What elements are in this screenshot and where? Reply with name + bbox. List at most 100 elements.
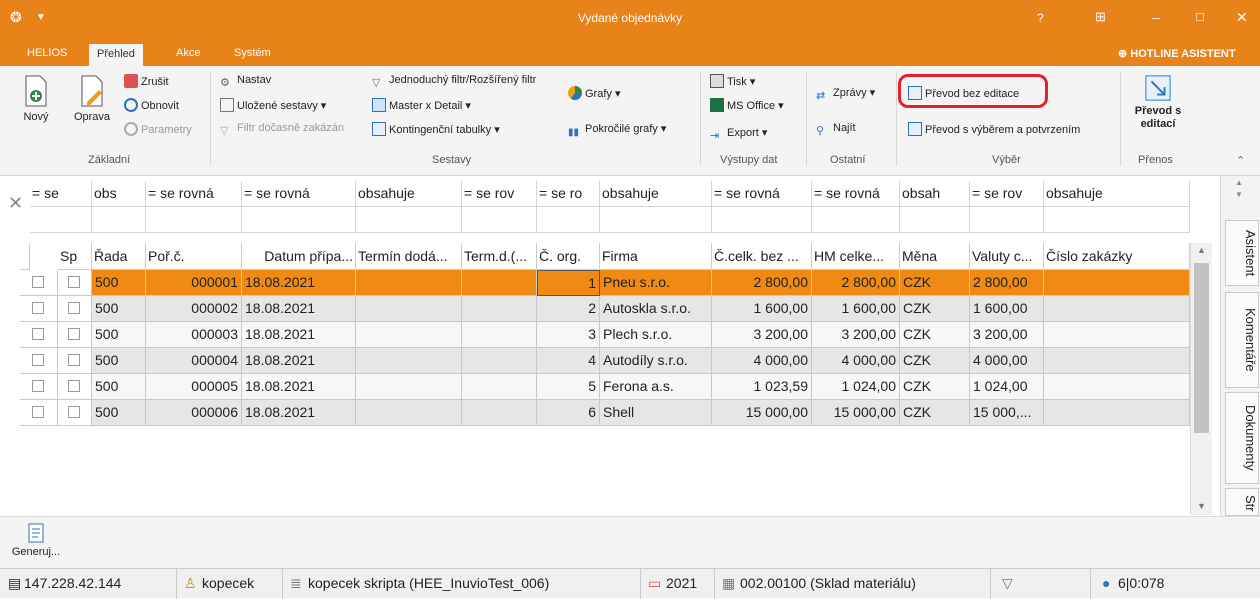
table-cell[interactable]: 1 600,00 bbox=[712, 296, 812, 322]
table-row[interactable]: 500 000002 18.08.2021 2 Autoskla s.r.o. 1 600… bbox=[0, 296, 1190, 322]
sp-checkbox-cell[interactable] bbox=[58, 296, 92, 322]
setup-button[interactable]: ⚙ Nastav bbox=[220, 74, 271, 90]
table-cell[interactable]: 000001 bbox=[146, 270, 242, 296]
filter-cell[interactable]: = se rov bbox=[462, 181, 537, 207]
filter-cell[interactable]: = se ro bbox=[537, 181, 600, 207]
filter-input[interactable] bbox=[600, 207, 712, 233]
table-cell[interactable]: 4 bbox=[537, 348, 600, 374]
row-selector[interactable] bbox=[20, 374, 58, 400]
column-header[interactable]: Č. org. bbox=[537, 243, 600, 270]
table-cell[interactable]: 500 bbox=[92, 296, 146, 322]
filter-cell[interactable]: obsahuje bbox=[600, 181, 712, 207]
filter-input[interactable] bbox=[900, 207, 970, 233]
table-cell[interactable]: 15 000,00 bbox=[812, 400, 900, 426]
adv-charts-button[interactable]: ▮▮ Pokročilé grafy ▾ bbox=[568, 122, 666, 141]
sp-checkbox[interactable] bbox=[68, 302, 80, 314]
reports-button[interactable]: ⇄ Zprávy ▾ bbox=[816, 86, 875, 103]
scroll-down-icon[interactable]: ▼ bbox=[1197, 501, 1206, 511]
filter-cell[interactable]: = se rov bbox=[970, 181, 1044, 207]
sp-checkbox-cell[interactable] bbox=[58, 270, 92, 296]
collapse-ribbon-icon[interactable]: ⌃ bbox=[1236, 154, 1245, 167]
table-cell[interactable] bbox=[356, 400, 462, 426]
sp-checkbox[interactable] bbox=[68, 354, 80, 366]
table-cell[interactable] bbox=[1044, 322, 1190, 348]
find-button[interactable]: ⚲ Najít bbox=[816, 122, 856, 138]
table-row[interactable]: 500 000006 18.08.2021 6 Shell 15 000,00 15 000… bbox=[0, 400, 1190, 426]
table-row[interactable]: 500 000004 18.08.2021 4 Autodíly s.r.o. 4 000… bbox=[0, 348, 1190, 374]
table-cell[interactable] bbox=[356, 322, 462, 348]
tab-asistent[interactable]: Asistent bbox=[1225, 220, 1259, 286]
table-cell[interactable] bbox=[462, 400, 537, 426]
help-button[interactable]: ? bbox=[1037, 11, 1044, 25]
table-cell[interactable]: 2 800,00 bbox=[970, 270, 1044, 296]
table-cell[interactable]: 6 bbox=[537, 400, 600, 426]
table-cell[interactable] bbox=[356, 296, 462, 322]
table-cell[interactable] bbox=[1044, 270, 1190, 296]
table-cell[interactable]: 18.08.2021 bbox=[242, 270, 356, 296]
row-selector[interactable]: ▸ bbox=[20, 270, 58, 296]
row-selector[interactable] bbox=[20, 296, 58, 322]
table-cell[interactable]: CZK bbox=[900, 296, 970, 322]
new-button[interactable]: Nový bbox=[16, 74, 56, 123]
maximize-button[interactable]: □ bbox=[1196, 9, 1204, 24]
table-cell[interactable] bbox=[462, 374, 537, 400]
window-options-icon[interactable]: ⊞ bbox=[1095, 9, 1106, 25]
table-cell[interactable]: 1 600,00 bbox=[970, 296, 1044, 322]
menu-akce[interactable]: Akce bbox=[176, 47, 200, 59]
row-checkbox[interactable] bbox=[32, 302, 44, 314]
column-header[interactable]: Č.celk. bez ... bbox=[712, 243, 812, 270]
table-cell[interactable]: 500 bbox=[92, 270, 146, 296]
filter-input[interactable] bbox=[712, 207, 812, 233]
table-cell[interactable] bbox=[356, 348, 462, 374]
filter-cell[interactable]: = se rovná bbox=[146, 181, 242, 207]
table-cell[interactable]: 15 000,... bbox=[970, 400, 1044, 426]
filter-input[interactable] bbox=[812, 207, 900, 233]
table-cell[interactable]: 4 000,00 bbox=[712, 348, 812, 374]
table-cell[interactable]: 1 600,00 bbox=[812, 296, 900, 322]
row-selector[interactable] bbox=[20, 400, 58, 426]
filter-input[interactable] bbox=[146, 207, 242, 233]
table-cell[interactable]: 000005 bbox=[146, 374, 242, 400]
row-checkbox[interactable] bbox=[32, 380, 44, 392]
row-checkbox[interactable] bbox=[32, 406, 44, 418]
menu-system[interactable]: Systém bbox=[234, 47, 271, 59]
side-scroll-up-icon[interactable]: ▲ bbox=[1235, 178, 1243, 187]
filter-input[interactable] bbox=[356, 207, 462, 233]
table-cell[interactable]: 2 800,00 bbox=[812, 270, 900, 296]
edit-button[interactable]: Oprava bbox=[70, 74, 114, 123]
table-cell[interactable]: 000003 bbox=[146, 322, 242, 348]
table-cell[interactable]: CZK bbox=[900, 348, 970, 374]
table-cell[interactable]: 500 bbox=[92, 400, 146, 426]
saved-reports-button[interactable]: Uložené sestavy ▾ bbox=[220, 98, 326, 112]
column-header[interactable]: Termín dodá... bbox=[356, 243, 462, 270]
pivot-button[interactable]: Kontingenční tabulky ▾ bbox=[372, 122, 500, 136]
hotline-asistent-link[interactable]: ⊕ HOTLINE ASISTENT bbox=[1118, 47, 1236, 60]
filter-disabled-button[interactable]: ▽ Filtr dočasně zakázán bbox=[220, 122, 344, 138]
filter-cell[interactable]: obsahuje bbox=[356, 181, 462, 207]
table-cell[interactable]: 000002 bbox=[146, 296, 242, 322]
filter-input[interactable] bbox=[462, 207, 537, 233]
sp-checkbox[interactable] bbox=[68, 328, 80, 340]
filter-input[interactable] bbox=[30, 207, 92, 233]
column-header[interactable]: Poř.č. bbox=[146, 243, 242, 270]
print-button[interactable]: Tisk ▾ bbox=[710, 74, 755, 88]
sp-checkbox[interactable] bbox=[68, 380, 80, 392]
table-cell[interactable]: 3 200,00 bbox=[970, 322, 1044, 348]
filter-input[interactable] bbox=[970, 207, 1044, 233]
sp-checkbox-cell[interactable] bbox=[58, 400, 92, 426]
refresh-button[interactable]: Obnovit bbox=[124, 98, 179, 112]
row-checkbox[interactable] bbox=[32, 354, 44, 366]
generate-button[interactable]: Generuj... bbox=[8, 523, 64, 558]
table-cell[interactable]: 500 bbox=[92, 322, 146, 348]
table-cell[interactable]: Pneu s.r.o. bbox=[600, 270, 712, 296]
table-cell[interactable] bbox=[462, 296, 537, 322]
office-button[interactable]: MS Office ▾ bbox=[710, 98, 784, 112]
sp-checkbox[interactable] bbox=[68, 276, 80, 288]
menu-prehled[interactable]: Přehled bbox=[89, 44, 143, 68]
column-header[interactable]: Firma bbox=[600, 243, 712, 270]
cancel-button[interactable]: Zrušit bbox=[124, 74, 169, 88]
table-cell[interactable]: 1 024,00 bbox=[970, 374, 1044, 400]
filter-cell[interactable]: = se rovná bbox=[242, 181, 356, 207]
table-cell[interactable]: 000004 bbox=[146, 348, 242, 374]
master-detail-button[interactable]: Master x Detail ▾ bbox=[372, 98, 471, 112]
